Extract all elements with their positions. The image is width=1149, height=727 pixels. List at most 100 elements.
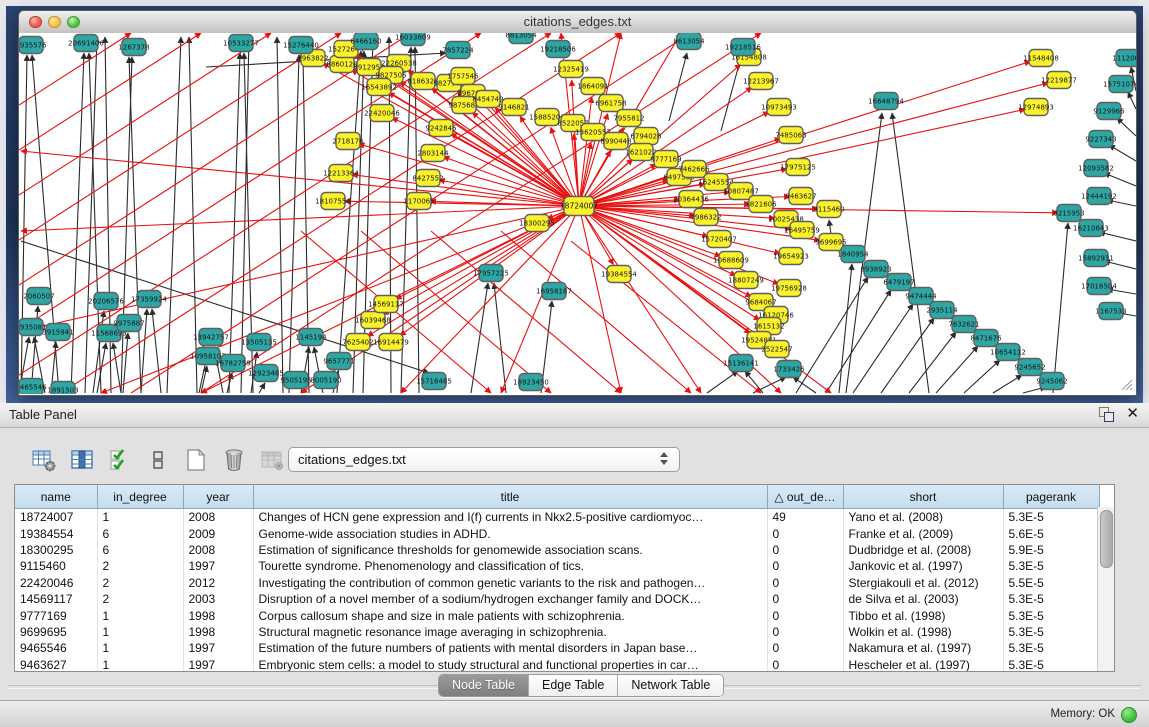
graph-node[interactable]: 9245652 [1014,359,1045,376]
table-cell[interactable]: 1 [97,509,183,526]
graph-node[interactable]: 9146821 [498,99,529,116]
graph-node[interactable]: 1145194 [295,329,327,346]
table-cell[interactable]: 0 [767,624,843,640]
graph-node[interactable]: 20691406 [68,35,104,52]
table-cell[interactable]: Corpus callosum shape and size in male p… [253,607,767,623]
graph-node[interactable]: 9129966 [1093,103,1125,120]
graph-node[interactable]: 16033809 [395,33,431,46]
table-cell[interactable]: Structural magnetic resonance image aver… [253,624,767,640]
table-scrollbar-thumb[interactable] [1100,510,1113,568]
table-cell[interactable]: 2 [97,575,183,591]
import-table-icon[interactable] [258,447,285,474]
table-cell[interactable]: 0 [767,657,843,672]
table-cell[interactable]: 0 [767,558,843,574]
table-cell[interactable]: 5.3E-5 [1003,591,1099,607]
table-cell[interactable]: 49 [767,509,843,526]
table-cell[interactable]: 1998 [183,624,253,640]
column-header-title[interactable]: title [253,485,767,509]
table-cell[interactable]: Estimation of significance thresholds fo… [253,542,767,558]
table-cell[interactable]: Changes of HCN gene expression and I(f) … [253,509,767,526]
table-cell[interactable]: 1 [97,657,183,672]
table-cell[interactable]: 5.3E-5 [1003,509,1099,526]
table-row[interactable]: 1456911722003Disruption of a novel membe… [15,591,1099,607]
graph-node[interactable]: 7955812 [613,110,644,127]
graph-node[interactable]: 3915941 [42,324,73,341]
tab-network-table[interactable]: Network Table [618,675,723,696]
graph-node[interactable]: 2803144 [417,145,449,162]
table-cell[interactable]: 19384554 [15,525,97,541]
table-mode-icon[interactable] [30,447,57,474]
table-cell[interactable]: 1 [97,624,183,640]
graph-node[interactable]: 12974893 [1018,99,1054,116]
graph-node[interactable]: 7986322 [690,209,721,226]
table-cell[interactable]: 0 [767,591,843,607]
table-cell[interactable]: 5.3E-5 [1003,624,1099,640]
network-window[interactable]: citations_edges.txt 7963822 8860128 8912… [18,10,1137,396]
table-cell[interactable]: 0 [767,575,843,591]
table-cell[interactable]: 1997 [183,558,253,574]
graph-node[interactable]: 1821606 [745,196,777,213]
table-row[interactable]: 969969511998Structural magnetic resonanc… [15,624,1099,640]
graph-node[interactable]: 8813054 [505,33,537,44]
graph-node[interactable]: 15720407 [701,231,737,248]
table-row[interactable]: 946554611997Estimation of the future num… [15,640,1099,656]
graph-node[interactable]: 1864091 [577,78,608,95]
table-cell[interactable]: 9115460 [15,558,97,574]
graph-node[interactable]: 9227343 [1085,131,1116,148]
minimize-button[interactable] [48,16,61,29]
table-cell[interactable]: 6 [97,525,183,541]
table-cell[interactable]: Genome-wide association studies in ADHD. [253,525,767,541]
column-header-in_degree[interactable]: in_degree [97,485,183,509]
graph-node[interactable]: 19756928 [771,280,807,297]
table-cell[interactable]: 5.9E-5 [1003,542,1099,558]
table-cell[interactable]: 1998 [183,607,253,623]
table-row[interactable]: 977716911998Corpus callosum shape and si… [15,607,1099,623]
row-options-icon[interactable] [144,447,171,474]
graph-node[interactable]: 6479197 [883,274,914,291]
table-cell[interactable]: 0 [767,607,843,623]
show-columns-icon[interactable] [68,447,95,474]
graph-node[interactable]: 12325419 [553,61,589,78]
graph-node[interactable]: 11548408 [1023,50,1059,67]
table-cell[interactable]: Dudbridge et al. (2008) [843,542,1003,558]
table-cell[interactable]: 5.6E-5 [1003,525,1099,541]
graph-node[interactable]: 16914479 [373,334,409,351]
graph-node[interactable]: 17016504 [1081,278,1117,295]
table-cell[interactable]: 2 [97,558,183,574]
table-cell[interactable]: 2009 [183,525,253,541]
zoom-button[interactable] [67,16,80,29]
close-panel-icon[interactable]: ✕ [1126,406,1139,422]
tab-node-table[interactable]: Node Table [439,675,529,696]
graph-node[interactable]: 15892931 [1078,250,1114,267]
column-header-pagerank[interactable]: pagerank [1003,485,1099,509]
graph-node[interactable]: 6466160 [350,33,381,50]
graph-node[interactable]: 8215953 [1053,205,1084,222]
graph-node[interactable]: 12444192 [1081,188,1117,205]
table-cell[interactable]: 5.3E-5 [1003,657,1099,672]
graph-node[interactable]: 19218506 [540,41,576,58]
graph-node[interactable]: 9657771 [323,353,354,370]
table-cell[interactable]: Tibbo et al. (1998) [843,607,1003,623]
table-cell[interactable]: Jankovic et al. (1997) [843,558,1003,574]
graph-node[interactable]: 7485063 [775,127,806,144]
column-header-short[interactable]: short [843,485,1003,509]
graph-node[interactable]: 2060507 [23,288,54,305]
table-cell[interactable]: 9465546 [15,640,97,656]
graph-node[interactable]: 8613054 [673,33,705,50]
table-cell[interactable]: Tourette syndrome. Phenomenology and cla… [253,558,767,574]
table-cell[interactable]: 2008 [183,509,253,526]
column-header-out_de[interactable]: △ out_de… [767,485,843,509]
table-cell[interactable]: 2008 [183,542,253,558]
graph-node[interactable]: 2718176 [332,133,364,150]
tab-edge-table[interactable]: Edge Table [529,675,618,696]
table-row[interactable]: 946362711997Embryonic stem cells: a mode… [15,657,1099,672]
column-header-name[interactable]: name [15,485,97,509]
select-columns-icon[interactable] [106,447,133,474]
table-cell[interactable]: 0 [767,542,843,558]
graph-node[interactable]: 12213967 [743,73,779,90]
column-header-year[interactable]: year [183,485,253,509]
graph-node[interactable]: 1167533 [1095,303,1126,320]
graph-node[interactable]: 1170065 [403,193,434,210]
new-column-icon[interactable] [182,447,209,474]
table-cell[interactable]: Stergiakouli et al. (2012) [843,575,1003,591]
